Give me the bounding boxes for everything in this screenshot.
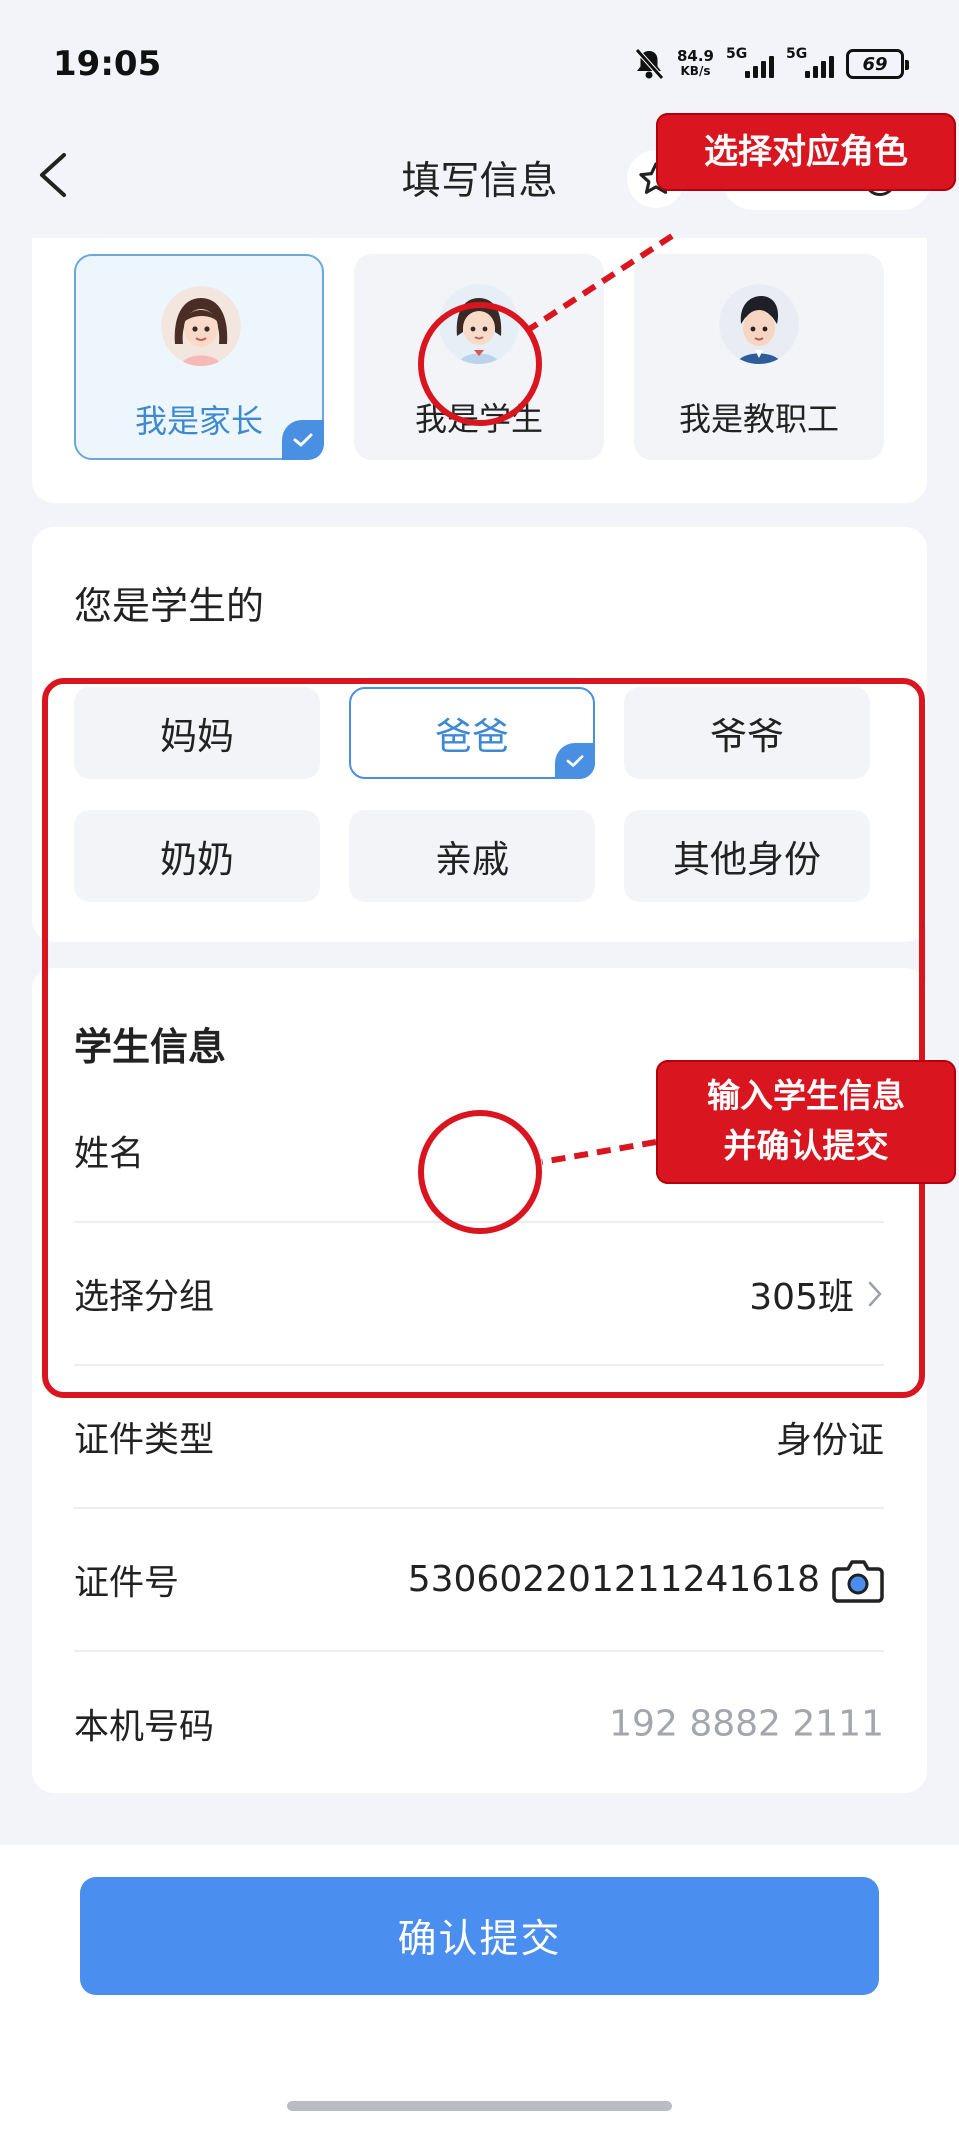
callout-line: 输入学生信息 [707,1076,905,1115]
annotation-callout-info: 输入学生信息 并确认提交 [656,1060,956,1184]
annotation-callout-role: 选择对应角色 [656,113,956,191]
callout-line: 并确认提交 [723,1126,889,1165]
